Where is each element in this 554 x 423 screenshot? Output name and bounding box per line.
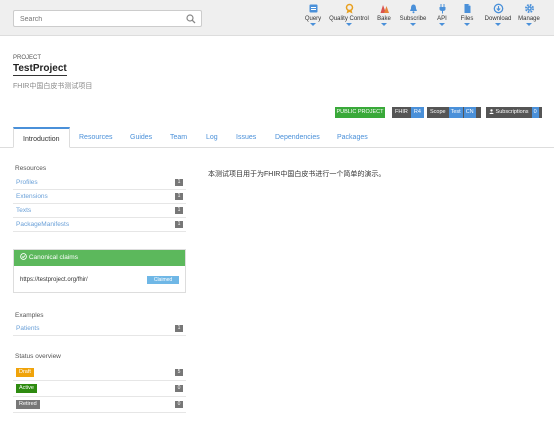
- count-badge: 1: [175, 179, 183, 186]
- subscriptions-label: Subscriptions: [486, 107, 532, 118]
- nav-quality-control[interactable]: Quality Control: [327, 3, 371, 33]
- subscriptions-count: 0: [531, 107, 539, 118]
- canonical-claims-panel: Canonical claims https://testproject.org…: [13, 249, 186, 293]
- count-badge: 0: [175, 401, 183, 408]
- files-icon: [464, 4, 470, 13]
- tab-packages[interactable]: Packages: [337, 127, 368, 148]
- user-icon: [489, 108, 494, 114]
- project-subtitle: FHIR中国白皮书测试项目: [13, 83, 93, 90]
- subscriptions-text: Subscriptions: [495, 109, 529, 115]
- resource-link-extensions[interactable]: Extensions: [16, 190, 48, 203]
- search-input[interactable]: [20, 13, 180, 25]
- list-item[interactable]: PackageManifests 1: [13, 218, 186, 232]
- caret-down-icon: [310, 23, 316, 26]
- canonical-claims-header: Canonical claims: [14, 250, 185, 266]
- tab-resources[interactable]: Resources: [79, 127, 112, 148]
- caret-down-icon: [381, 23, 387, 26]
- project-kicker: PROJECT: [13, 55, 42, 61]
- caret-down-icon: [495, 23, 501, 26]
- example-link-patients[interactable]: Patients: [16, 322, 40, 335]
- nav-query[interactable]: Query: [303, 3, 323, 33]
- list-item[interactable]: Patients 1: [13, 322, 186, 336]
- gear-icon: [524, 3, 534, 14]
- nav-bake[interactable]: Bake: [376, 3, 392, 33]
- count-badge: 1: [175, 221, 183, 228]
- nav-subscribe[interactable]: Subscribe: [398, 3, 428, 33]
- nav-manage[interactable]: Manage: [516, 3, 542, 33]
- tab-introduction[interactable]: Introduction: [13, 127, 70, 148]
- canonical-url: https://testproject.org/fhir/: [20, 277, 88, 283]
- nav-label: Download: [484, 16, 512, 22]
- scope-value: Test: [448, 107, 463, 118]
- public-project-badge: PUBLIC PROJECT: [335, 107, 385, 118]
- nav-label: Quality Control: [329, 16, 369, 22]
- scope-lang: CN: [463, 107, 476, 118]
- check-circle-icon: [20, 253, 27, 260]
- nav-label: Query: [304, 16, 322, 22]
- top-navbar: Query Quality Control Bake Subscribe: [0, 0, 554, 36]
- status-row-retired[interactable]: Retired 0: [13, 398, 186, 413]
- nav-label: API: [437, 16, 447, 22]
- examples-heading: Examples: [15, 312, 44, 319]
- resource-link-packagemanifests[interactable]: PackageManifests: [16, 218, 69, 231]
- search-icon[interactable]: [186, 14, 196, 24]
- resources-heading: Resources: [15, 165, 47, 172]
- caret-down-icon: [526, 23, 532, 26]
- bake-icon: [380, 5, 389, 13]
- nav-files[interactable]: Files: [459, 3, 475, 33]
- nav-api[interactable]: API: [435, 3, 449, 33]
- list-item[interactable]: Profiles 1: [13, 176, 186, 190]
- subscriptions-badge[interactable]: Subscriptions 0: [486, 107, 542, 118]
- fhir-version-badge: FHIR R4: [392, 107, 424, 118]
- nav-label: Bake: [377, 16, 391, 22]
- count-badge: 5: [175, 369, 183, 376]
- resource-link-profiles[interactable]: Profiles: [16, 176, 38, 189]
- nav-download[interactable]: Download: [483, 3, 513, 33]
- api-plug-icon: [439, 4, 445, 14]
- tab-team[interactable]: Team: [170, 127, 187, 148]
- tab-issues[interactable]: Issues: [236, 127, 256, 148]
- nav-label: Files: [460, 16, 474, 22]
- bell-icon: [409, 4, 417, 14]
- search-box[interactable]: [13, 10, 202, 27]
- list-item[interactable]: Texts 1: [13, 204, 186, 218]
- count-badge: 0: [175, 385, 183, 392]
- nav-label: Manage: [518, 16, 540, 22]
- fhir-label: FHIR: [395, 109, 408, 115]
- caret-down-icon: [439, 23, 445, 26]
- status-label-active[interactable]: Active: [16, 384, 37, 393]
- count-badge: 1: [175, 325, 183, 332]
- caret-down-icon: [346, 23, 352, 26]
- tab-guides[interactable]: Guides: [130, 127, 152, 148]
- quality-control-icon: [345, 3, 353, 14]
- tab-log[interactable]: Log: [206, 127, 218, 148]
- project-tabs: Introduction Resources Guides Team Log I…: [0, 127, 554, 148]
- list-item[interactable]: Extensions 1: [13, 190, 186, 204]
- caret-down-icon: [464, 23, 470, 26]
- fhir-value: R4: [410, 107, 424, 118]
- query-icon: [309, 4, 317, 13]
- count-badge: 1: [175, 207, 183, 214]
- introduction-text: 本测试项目用于为FHIR中国白皮书进行一个简单的演示。: [208, 171, 386, 178]
- scope-badge: Scope Test CN: [427, 107, 481, 118]
- project-title[interactable]: TestProject: [13, 63, 67, 76]
- nav-label: Subscribe: [399, 16, 427, 22]
- claimed-tag: Claimed: [147, 276, 179, 284]
- status-label-retired[interactable]: Retired: [16, 400, 40, 409]
- status-row-active[interactable]: Active 0: [13, 382, 186, 397]
- resource-link-texts[interactable]: Texts: [16, 204, 31, 217]
- status-label-draft[interactable]: Draft: [16, 368, 34, 377]
- tab-dependencies[interactable]: Dependencies: [275, 127, 320, 148]
- canonical-claims-title: Canonical claims: [28, 254, 78, 261]
- scope-label: Scope: [430, 109, 446, 115]
- download-icon: [493, 3, 503, 14]
- status-overview-heading: Status overview: [15, 353, 61, 360]
- count-badge: 1: [175, 193, 183, 200]
- status-row-draft[interactable]: Draft 5: [13, 366, 186, 381]
- caret-down-icon: [410, 23, 416, 26]
